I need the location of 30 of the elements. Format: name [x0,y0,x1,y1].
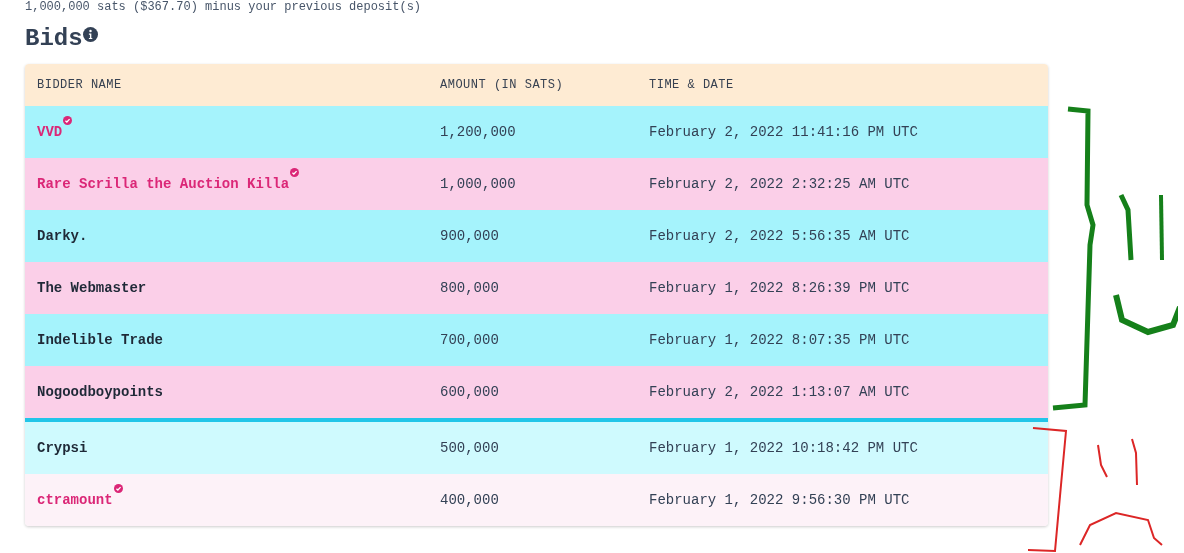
info-icon[interactable] [82,27,98,42]
time-cell-text: February 2, 2022 1:13:07 AM UTC [648,384,911,400]
bidder-name[interactable]: Rare Scrilla the Auction Killa [37,176,290,192]
bidder-name: Darky. [37,228,88,244]
bidder-name: Nogoodboypoints [37,384,164,400]
amount-cell-text: 900,000 [439,228,500,244]
time-cell-text: February 1, 2022 8:07:35 PM UTC [648,332,911,348]
time-cell-text: February 1, 2022 8:26:39 PM UTC [648,280,911,296]
amount-cell-text: 1,200,000 [439,124,517,140]
bidder-name: The Webmaster [37,280,147,296]
column-header: BIDDER NAME [36,78,123,92]
amount-cell-text: 400,000 [439,492,500,508]
bidder-name: Indelible Trade [37,332,164,348]
amount-cell-text: 1,000,000 [439,176,517,192]
bidder-name: Crypsi [37,440,88,456]
column-header: TIME & DATE [648,78,735,92]
section-title: Bids [25,24,83,54]
time-cell-text: February 1, 2022 9:56:30 PM UTC [648,492,911,508]
bidder-name[interactable]: VVD [37,124,63,140]
time-cell-text: February 1, 2022 10:18:42 PM UTC [648,440,919,456]
bidder-name[interactable]: ctramount [37,492,113,508]
time-cell-text: February 2, 2022 5:56:35 AM UTC [648,228,911,244]
amount-cell-text: 500,000 [439,440,500,456]
amount-cell-text: 700,000 [439,332,500,348]
amount-cell-text: 600,000 [439,384,500,400]
time-cell-text: February 2, 2022 11:41:16 PM UTC [648,124,919,140]
deposit-note: 1,000,000 sats ($367.70) minus your previous deposit(s) [24,0,423,14]
column-header: AMOUNT (IN SATS) [439,78,565,92]
amount-cell-text: 800,000 [439,280,500,296]
time-cell-text: February 2, 2022 2:32:25 AM UTC [648,176,911,192]
